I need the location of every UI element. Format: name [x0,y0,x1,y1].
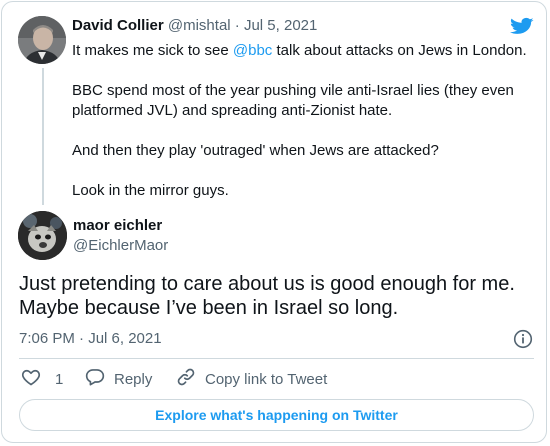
like-count: 1 [55,370,64,388]
tweet-embed-card: David Collier @mishtal · Jul 5, 2021 It … [1,1,547,443]
info-icon[interactable] [513,329,533,349]
author-name[interactable]: maor eichler [73,217,162,234]
reply-button[interactable]: Reply [85,368,152,390]
like-button[interactable]: 1 [21,368,63,390]
mention-link[interactable]: @bbc [233,42,272,59]
quoted-tweet-paragraph: And then they play 'outraged' when Jews … [72,142,439,159]
quoted-tweet-line-1: It makes me sick to see @bbc talk about … [72,41,537,61]
quoted-tweet-paragraph: Look in the mirror guys. [72,182,229,199]
tweet-timestamp[interactable]: 7:06 PM · Jul 6, 2021 [19,330,162,347]
quoted-tweet-date[interactable]: Jul 5, 2021 [244,17,317,34]
copy-link-label: Copy link to Tweet [205,370,328,388]
quoted-tweet-header: David Collier @mishtal · Jul 5, 2021 [72,17,317,34]
quoted-tweet-paragraph: BBC spend most of the year pushing vile … [72,82,514,119]
explore-label: Explore what's happening on Twitter [155,407,398,423]
reply-icon [85,367,114,391]
quoted-text-prefix: It makes me sick to see [72,42,233,59]
tweet-text: Just pretending to care about us is good… [19,273,515,319]
reply-label: Reply [114,370,153,388]
quoted-author-handle[interactable]: @mishtal [168,17,231,34]
quoted-tweet-text: It makes me sick to see @bbc talk about … [72,41,537,201]
twitter-bird-icon[interactable] [509,16,534,36]
author-avatar[interactable] [18,211,67,260]
thread-connector-line [42,68,44,205]
copy-link-button[interactable]: Copy link to Tweet [176,368,327,390]
quoted-text-suffix: talk about attacks on Jews in London. [272,42,527,59]
explore-twitter-button[interactable]: Explore what's happening on Twitter [19,399,534,431]
header-separator: · [234,17,240,34]
author-handle[interactable]: @EichlerMaor [73,237,168,254]
link-icon [176,367,205,391]
quoted-author-avatar[interactable] [18,16,66,64]
quoted-author-name[interactable]: David Collier [72,17,164,34]
actions-divider [19,358,534,359]
heart-icon [21,367,55,391]
